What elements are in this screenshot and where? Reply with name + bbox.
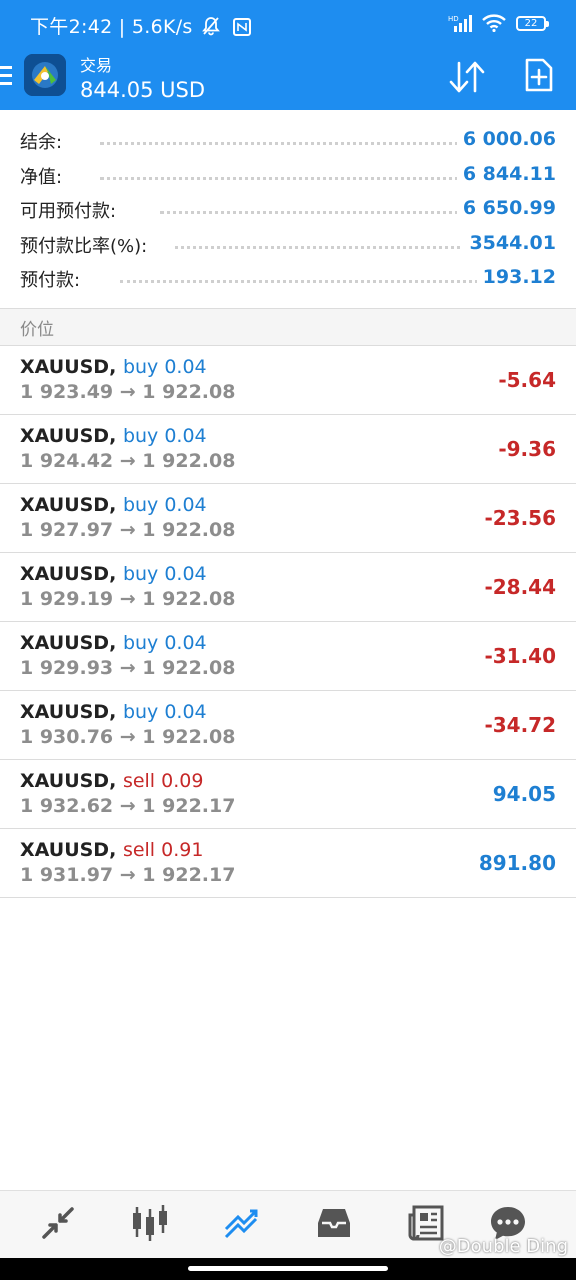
symbol-text: XAUUSD, (20, 632, 117, 654)
history-icon[interactable] (314, 1203, 354, 1243)
page-title: 交易 (80, 56, 113, 75)
new-order-icon[interactable] (524, 58, 554, 92)
chart-icon[interactable] (130, 1203, 170, 1243)
symbol-text: XAUUSD, (20, 494, 117, 516)
position-symbol: XAUUSD, buy 0.04 (20, 563, 207, 585)
position-prices: 1 927.97 → 1 922.08 (20, 519, 236, 541)
network-label: HD (448, 15, 459, 23)
position-profit: 94.05 (492, 782, 556, 806)
position-profit: -28.44 (484, 575, 556, 599)
symbol-text: XAUUSD, (20, 770, 117, 792)
position-symbol: XAUUSD, sell 0.09 (20, 770, 203, 792)
position-prices: 1 932.62 → 1 922.17 (20, 795, 236, 817)
watermark: @Double Ding (438, 1236, 568, 1257)
quotes-icon[interactable] (38, 1203, 78, 1243)
position-row[interactable]: XAUUSD, sell 0.09 1 932.62 → 1 922.17 94.0… (0, 760, 576, 829)
position-side-volume: sell 0.91 (122, 839, 204, 861)
position-symbol: XAUUSD, buy 0.04 (20, 701, 207, 723)
position-row[interactable]: XAUUSD, sell 0.91 1 931.97 → 1 922.17 891.… (0, 829, 576, 898)
symbol-text: XAUUSD, (20, 356, 117, 378)
signal-icon: HD (448, 14, 472, 32)
trade-icon[interactable] (222, 1203, 262, 1243)
wifi-icon (482, 14, 506, 33)
position-symbol: XAUUSD, buy 0.04 (20, 632, 207, 654)
positions-list: XAUUSD, buy 0.04 1 923.49 → 1 922.08 -5.64… (0, 346, 576, 898)
position-side-volume: buy 0.04 (122, 632, 207, 654)
position-profit: -34.72 (484, 713, 556, 737)
status-time-speed: 下午2:42 | 5.6K/s (30, 16, 193, 38)
position-side-volume: buy 0.04 (122, 494, 207, 516)
position-row[interactable]: XAUUSD, buy 0.04 1 930.76 → 1 922.08 -34.7… (0, 691, 576, 760)
position-symbol: XAUUSD, buy 0.04 (20, 494, 207, 516)
position-symbol: XAUUSD, buy 0.04 (20, 425, 207, 447)
position-side-volume: sell 0.09 (122, 770, 204, 792)
position-prices: 1 929.93 → 1 922.08 (20, 657, 236, 679)
sort-icon[interactable] (448, 60, 486, 94)
app-logo (24, 54, 66, 96)
position-profit: -9.36 (498, 437, 556, 461)
position-row[interactable]: XAUUSD, buy 0.04 1 927.97 → 1 922.08 -23.5… (0, 484, 576, 553)
position-row[interactable]: XAUUSD, buy 0.04 1 923.49 → 1 922.08 -5.64 (0, 346, 576, 415)
summary-row-free-margin: 可用预付款: 6 650.99 (0, 179, 576, 224)
symbol-text: XAUUSD, (20, 839, 117, 861)
header-balance: 844.05 USD (80, 78, 206, 102)
section-title: 价位 (20, 320, 54, 340)
bell-muted-icon (201, 16, 221, 36)
position-side-volume: buy 0.04 (122, 356, 207, 378)
position-row[interactable]: XAUUSD, buy 0.04 1 929.19 → 1 922.08 -28.4… (0, 553, 576, 622)
symbol-text: XAUUSD, (20, 701, 117, 723)
status-bar: 下午2:42 | 5.6K/s HD 22 (0, 0, 576, 52)
position-side-volume: buy 0.04 (122, 425, 207, 447)
summary-row-equity: 净值: 6 844.11 (0, 145, 576, 189)
symbol-text: XAUUSD, (20, 563, 117, 585)
position-row[interactable]: XAUUSD, buy 0.04 1 924.42 → 1 922.08 -9.36 (0, 415, 576, 484)
home-gesture-bar[interactable] (188, 1266, 388, 1271)
summary-label: 预付款: (20, 266, 87, 293)
position-profit: -31.40 (484, 644, 556, 668)
nfc-icon (233, 18, 252, 36)
menu-icon[interactable] (0, 66, 12, 86)
position-profit: -23.56 (484, 506, 556, 530)
position-prices: 1 930.76 → 1 922.08 (20, 726, 236, 748)
summary-value: 193.12 (476, 266, 556, 289)
position-prices: 1 924.42 → 1 922.08 (20, 450, 236, 472)
summary-row-balance: 结余: 6 000.06 (0, 110, 576, 154)
battery-icon: 22 (516, 15, 549, 31)
summary-row-margin-level: 预付款比率(%): 3544.01 (0, 214, 576, 258)
section-header-positions: 价位 (0, 309, 576, 346)
position-row[interactable]: XAUUSD, buy 0.04 1 929.93 → 1 922.08 -31.4… (0, 622, 576, 691)
position-prices: 1 923.49 → 1 922.08 (20, 381, 236, 403)
account-summary: 结余: 6 000.06 净值: 6 844.11 可用预付款: 6 650.9… (0, 110, 576, 309)
position-symbol: XAUUSD, buy 0.04 (20, 356, 207, 378)
position-prices: 1 929.19 → 1 922.08 (20, 588, 236, 610)
top-bar: 下午2:42 | 5.6K/s HD 22 交易 844.05 USD (0, 0, 576, 110)
position-prices: 1 931.97 → 1 922.17 (20, 864, 236, 886)
position-side-volume: buy 0.04 (122, 701, 207, 723)
summary-row-margin: 预付款: 193.12 (0, 248, 576, 293)
position-symbol: XAUUSD, sell 0.91 (20, 839, 203, 861)
position-side-volume: buy 0.04 (122, 563, 207, 585)
position-profit: -5.64 (498, 368, 556, 392)
position-profit: 891.80 (478, 851, 556, 875)
symbol-text: XAUUSD, (20, 425, 117, 447)
